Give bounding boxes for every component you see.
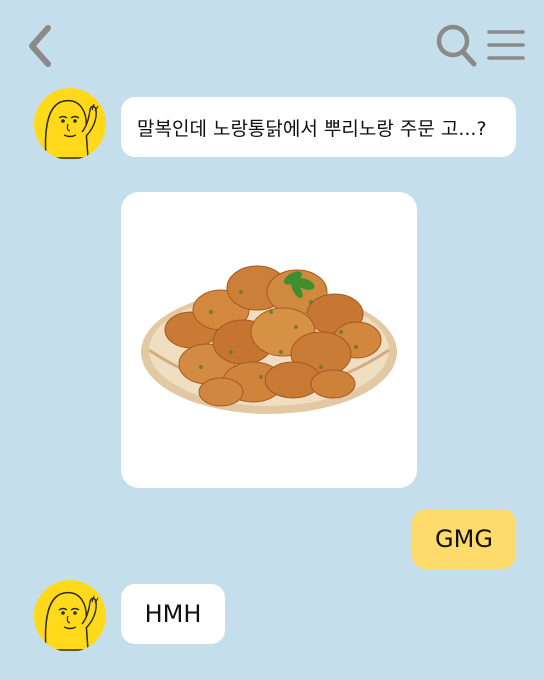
my-message-bubble: GMG [412, 509, 516, 569]
message-text: HMH [144, 600, 202, 628]
chevron-left-icon [29, 25, 51, 67]
top-bar [0, 0, 544, 92]
message-text: 말복인데 노랑통닭에서 뿌리노랑 주문 고...? [137, 117, 487, 140]
character-avatar-icon [44, 99, 99, 159]
message-text: GMG [435, 525, 493, 553]
search-icon [436, 24, 477, 67]
menu-button[interactable] [486, 26, 526, 64]
hamburger-menu-icon [487, 30, 525, 60]
message-bubble: 말복인데 노랑통닭에서 뿌리노랑 주문 고...? [121, 97, 516, 157]
fried-chicken-image [141, 265, 397, 414]
search-button[interactable] [434, 22, 478, 68]
avatar[interactable] [34, 580, 106, 652]
message-bubble: HMH [121, 584, 225, 644]
character-avatar-icon [44, 591, 99, 651]
avatar[interactable] [34, 88, 106, 160]
back-button[interactable] [22, 22, 62, 70]
image-message[interactable] [121, 192, 417, 488]
